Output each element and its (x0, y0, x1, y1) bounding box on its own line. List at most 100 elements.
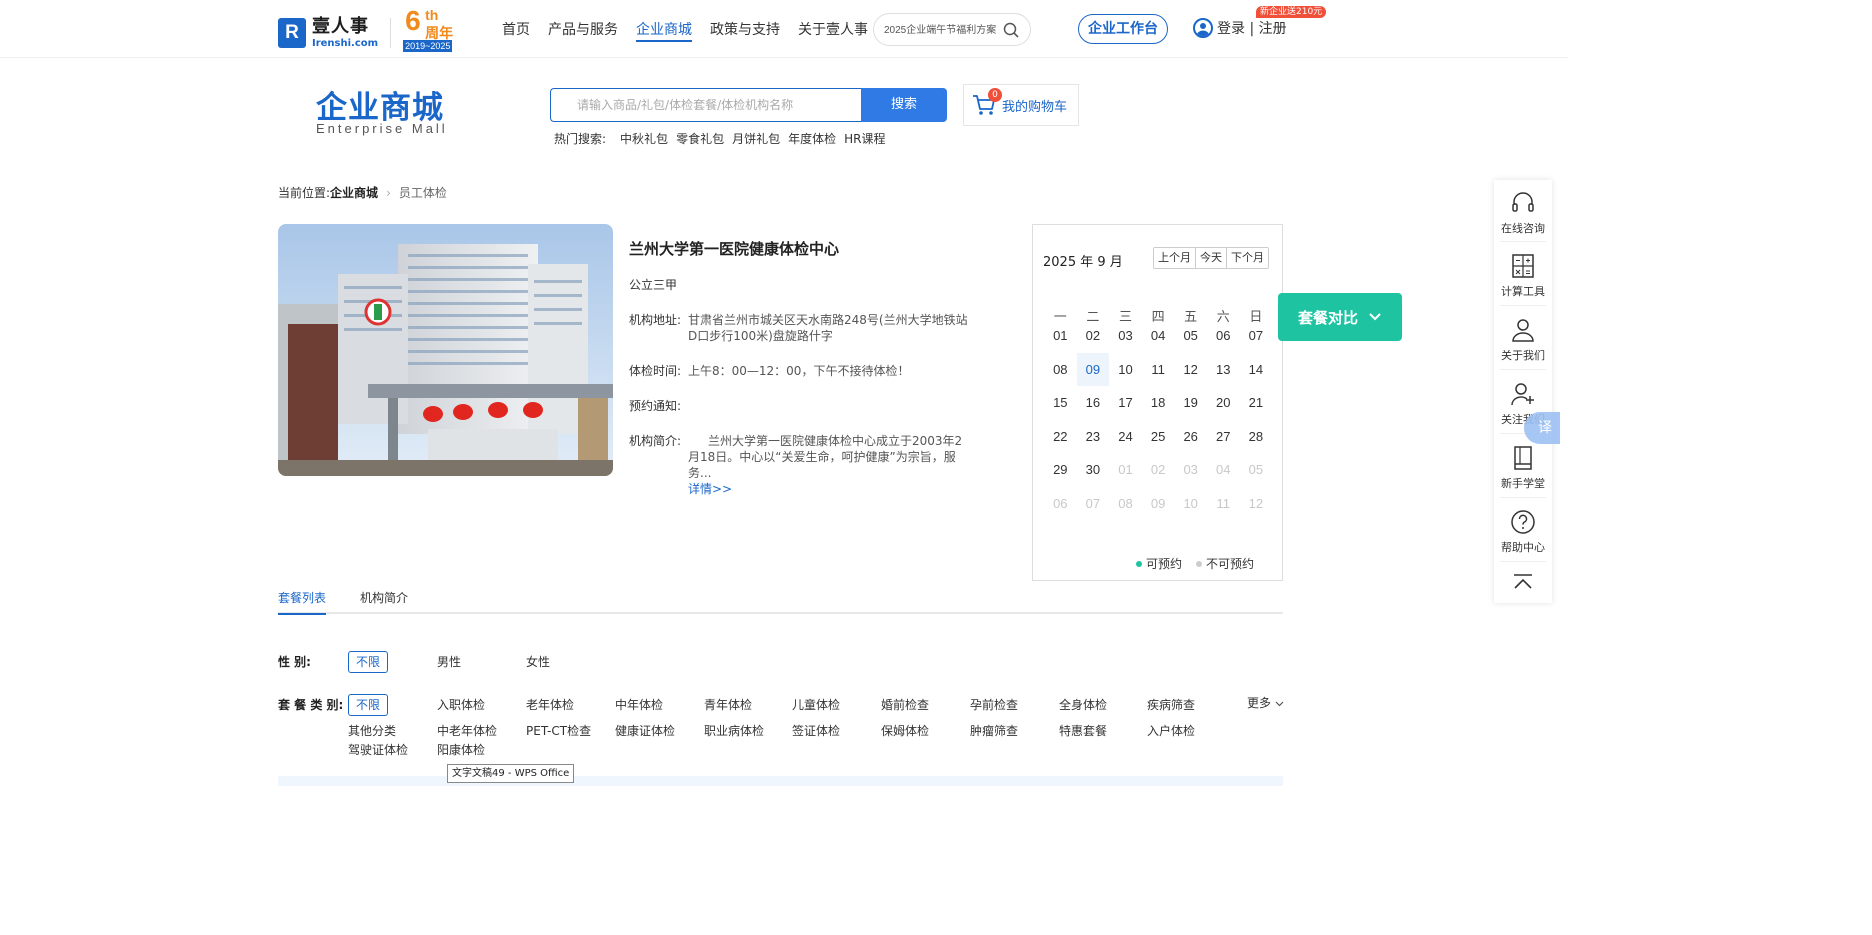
hot-search-item[interactable]: 月饼礼包 (732, 130, 780, 147)
calendar-day[interactable]: 10 (1109, 353, 1142, 387)
package-option[interactable]: 健康证体检 (615, 722, 675, 739)
sidebar-item-help[interactable]: 帮助中心 (1494, 509, 1552, 555)
calendar-day[interactable]: 23 (1077, 420, 1110, 454)
package-option[interactable]: 入户体检 (1147, 722, 1195, 739)
package-option[interactable]: PET-CT检查 (526, 722, 591, 739)
calendar-day[interactable]: 28 (1240, 420, 1273, 454)
calendar-day[interactable]: 08 (1044, 353, 1077, 387)
calendar-month-title: 2025 年 9 月 (1043, 255, 1123, 270)
back-to-top-button[interactable] (1494, 573, 1552, 595)
sidebar-divider (1500, 305, 1546, 306)
calendar-day: 02 (1150, 462, 1166, 478)
cart-button[interactable]: 我的购物车 (963, 84, 1079, 126)
package-option[interactable]: 驾驶证体检 (348, 741, 408, 758)
package-option[interactable]: 孕前检查 (970, 696, 1018, 713)
calendar-day[interactable]: 13 (1207, 353, 1240, 387)
package-option[interactable]: 签证体检 (792, 722, 840, 739)
calendar-day[interactable]: 03 (1109, 319, 1142, 353)
calendar-day[interactable]: 16 (1077, 386, 1110, 420)
hot-search-item[interactable]: 零食礼包 (676, 130, 724, 147)
calendar-day[interactable]: 19 (1174, 386, 1207, 420)
tab-package-list[interactable]: 套餐列表 (278, 590, 327, 615)
package-option[interactable]: 其他分类 (348, 722, 396, 739)
calendar-day[interactable]: 11 (1142, 353, 1175, 387)
calendar-day[interactable]: 14 (1240, 353, 1273, 387)
today-button[interactable]: 今天 (1195, 248, 1226, 268)
package-option[interactable]: 阳康体检 (437, 741, 485, 758)
gender-option-male[interactable]: 男性 (437, 653, 461, 670)
calendar-day[interactable]: 05 (1174, 319, 1207, 353)
mall-search-input[interactable] (550, 88, 861, 122)
calendar-day: 07 (1085, 495, 1101, 511)
calendar-day[interactable]: 27 (1207, 420, 1240, 454)
calendar-day[interactable]: 30 (1077, 453, 1110, 487)
calendar-day[interactable]: 26 (1174, 420, 1207, 454)
logo-text: 壹人事 Irenshi.com (312, 17, 378, 49)
login-register-label[interactable]: 登录 | 注册 (1217, 18, 1287, 38)
package-option[interactable]: 儿童体检 (792, 696, 840, 713)
hot-search-item[interactable]: 中秋礼包 (620, 130, 668, 147)
breadcrumb-mall[interactable]: 企业商城 (330, 184, 378, 201)
sidebar-item-consult[interactable]: 在线咨询 (1494, 190, 1552, 236)
package-option[interactable]: 疾病筛查 (1147, 696, 1195, 713)
package-option[interactable]: 肿瘤筛查 (970, 722, 1018, 739)
workbench-button[interactable]: 企业工作台 (1078, 14, 1168, 44)
package-option-any[interactable]: 不限 (348, 694, 389, 716)
sidebar-label: 新手学堂 (1501, 477, 1545, 490)
calendar-day[interactable]: 09 (1076, 352, 1110, 386)
calendar-day[interactable]: 24 (1109, 420, 1142, 454)
intro-block: 兰州大学第一医院健康体检中心成立于2003年2月18日。中心以“关爱生命，呵护健… (688, 433, 970, 497)
calendar-day[interactable]: 04 (1142, 319, 1175, 353)
gender-option-female[interactable]: 女性 (526, 653, 550, 670)
hot-search-item[interactable]: HR课程 (844, 130, 885, 147)
nav-home[interactable]: 首页 (502, 20, 530, 40)
calendar-day[interactable]: 02 (1077, 319, 1110, 353)
sidebar-item-calculator[interactable]: 计算工具 (1494, 253, 1552, 299)
package-option[interactable]: 全身体检 (1059, 696, 1107, 713)
compare-packages-button[interactable]: 套餐对比 (1278, 293, 1402, 341)
promo-badge: 新企业送210元 (1256, 6, 1327, 18)
search-icon[interactable] (1003, 22, 1019, 38)
login-register[interactable]: 登录 | 注册 (1193, 18, 1287, 38)
details-link[interactable]: 详情>> (688, 482, 732, 496)
translate-button[interactable]: 译 (1524, 412, 1560, 444)
calendar-day[interactable]: 25 (1142, 420, 1175, 454)
next-month-button[interactable]: 下个月 (1226, 248, 1268, 268)
gender-option-any[interactable]: 不限 (348, 651, 389, 673)
package-option[interactable]: 保姆体检 (881, 722, 929, 739)
package-option[interactable]: 入职体检 (437, 696, 485, 713)
institution-notice: 预约通知: (629, 398, 970, 414)
package-option[interactable]: 青年体检 (704, 696, 752, 713)
package-option[interactable]: 中老年体检 (437, 722, 497, 739)
calendar-day[interactable]: 29 (1044, 453, 1077, 487)
logo[interactable]: R 壹人事 Irenshi.com 6 th 周年 2019~2025 (278, 5, 455, 54)
nav-policy[interactable]: 政策与支持 (710, 20, 780, 40)
calendar-day[interactable]: 22 (1044, 420, 1077, 454)
sidebar-item-about[interactable]: 关于我们 (1494, 317, 1552, 363)
tab-institution-intro[interactable]: 机构简介 (360, 590, 408, 614)
calendar-day[interactable]: 18 (1142, 386, 1175, 420)
calendar-day[interactable]: 12 (1174, 353, 1207, 387)
package-option[interactable]: 职业病体检 (704, 722, 764, 739)
package-option[interactable]: 婚前检查 (881, 696, 929, 713)
top-search-input[interactable] (884, 21, 1004, 39)
calendar-day[interactable]: 07 (1240, 319, 1273, 353)
calendar-day[interactable]: 20 (1207, 386, 1240, 420)
mall-search-button[interactable]: 搜索 (861, 88, 947, 122)
package-option[interactable]: 中年体检 (615, 696, 663, 713)
hot-search-item[interactable]: 年度体检 (788, 130, 836, 147)
nav-mall[interactable]: 企业商城 (636, 20, 692, 42)
prev-month-button[interactable]: 上个月 (1154, 248, 1195, 268)
package-option[interactable]: 老年体检 (526, 696, 574, 713)
calendar-day[interactable]: 06 (1207, 319, 1240, 353)
calendar-day[interactable]: 17 (1109, 386, 1142, 420)
package-option[interactable]: 特惠套餐 (1059, 722, 1107, 739)
nav-about[interactable]: 关于壹人事 (798, 20, 868, 40)
more-filters-button[interactable]: 更多 (1247, 694, 1284, 711)
calendar-day[interactable]: 21 (1240, 386, 1273, 420)
nav-products[interactable]: 产品与服务 (548, 20, 618, 40)
sidebar-item-tutorial[interactable]: 新手学堂 (1494, 445, 1552, 491)
calendar-day[interactable]: 15 (1044, 386, 1077, 420)
calendar-day[interactable]: 01 (1044, 319, 1077, 353)
calculator-icon (1512, 254, 1534, 278)
